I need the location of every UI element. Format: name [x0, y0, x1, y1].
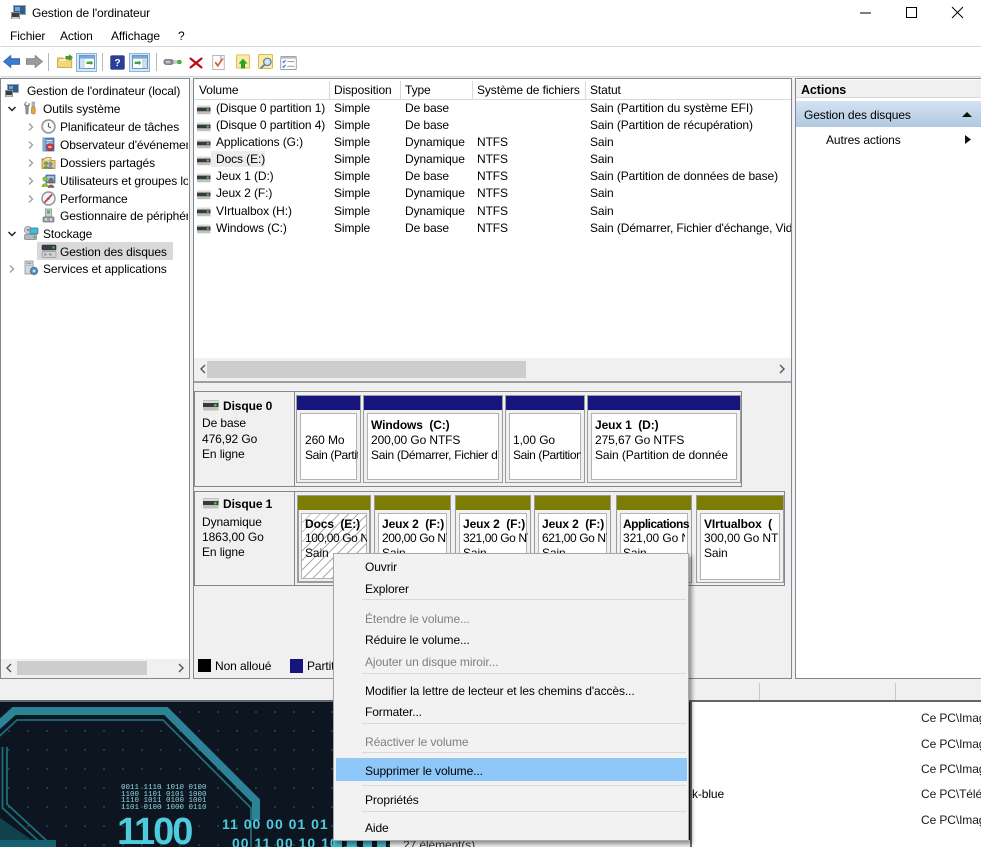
svg-text:?: ?	[114, 58, 120, 69]
